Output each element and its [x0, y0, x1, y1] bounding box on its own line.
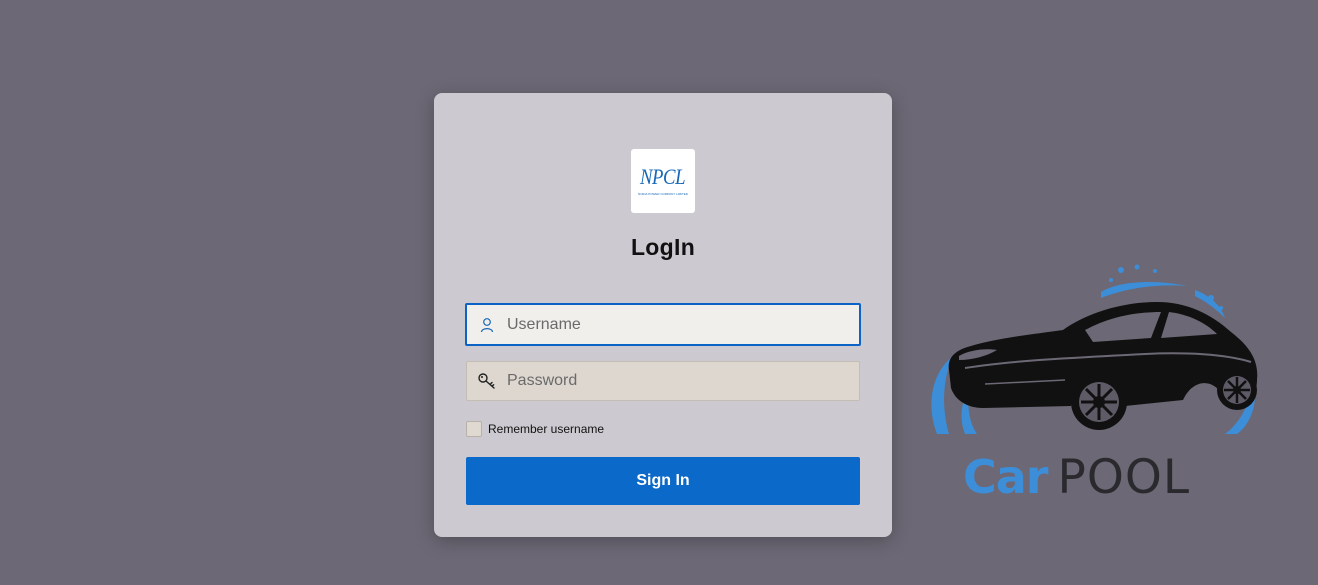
remember-label[interactable]: Remember username: [488, 422, 604, 436]
npcl-logo: NPCL NOIDA POWER COMPANY LIMITED: [631, 149, 695, 213]
remember-username[interactable]: Remember username: [466, 421, 604, 437]
password-input[interactable]: [507, 372, 847, 390]
carpool-logo: Car POOL: [925, 262, 1265, 512]
brand-car-text: Car: [963, 450, 1048, 504]
brand-pool-text: POOL: [1057, 450, 1191, 505]
car-icon: [931, 264, 1258, 434]
remember-checkbox[interactable]: [466, 421, 482, 437]
username-input[interactable]: [507, 315, 847, 334]
key-icon: [467, 362, 507, 400]
login-title: LogIn: [630, 234, 696, 260]
password-field[interactable]: [466, 361, 860, 401]
carpool-wordmark: Car POOL: [963, 450, 1190, 505]
username-field[interactable]: [465, 303, 861, 346]
logo-text: NPCL: [640, 164, 686, 189]
logo-subtext: NOIDA POWER COMPANY LIMITED: [638, 192, 688, 196]
user-icon: [467, 305, 507, 344]
sign-in-button[interactable]: Sign In: [466, 457, 860, 505]
login-card: NPCL NOIDA POWER COMPANY LIMITED LogIn R…: [434, 93, 892, 537]
